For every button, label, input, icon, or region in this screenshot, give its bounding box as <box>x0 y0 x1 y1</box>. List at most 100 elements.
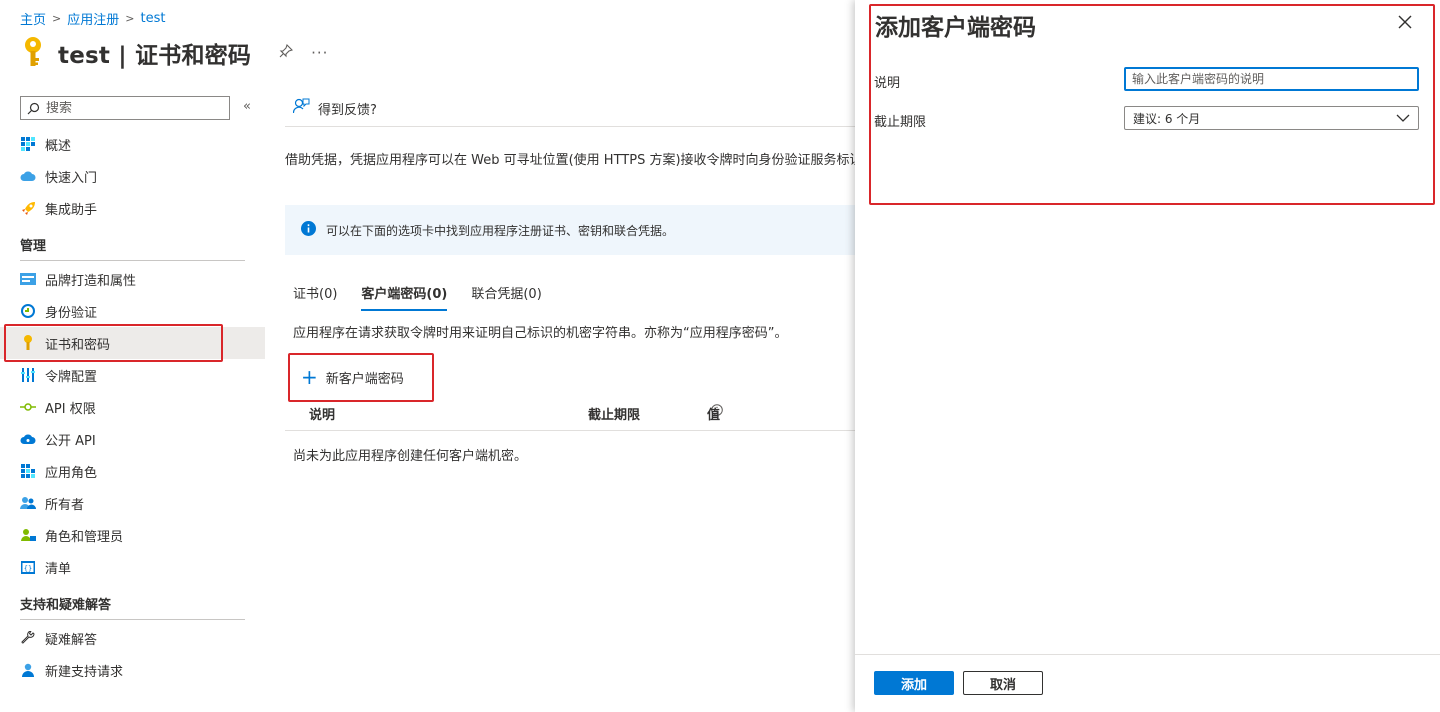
divider <box>20 619 245 620</box>
close-icon[interactable] <box>1395 12 1415 32</box>
sidebar-item-label: 所有者 <box>45 497 85 513</box>
svg-text:{}: {} <box>24 564 32 572</box>
sidebar-item-roles-admins[interactable]: 角色和管理员 <box>0 519 265 551</box>
chevron-right-icon: > <box>125 12 135 25</box>
new-client-secret-button[interactable]: + 新客户端密码 <box>301 367 404 387</box>
sidebar-item-app-roles[interactable]: 应用角色 <box>0 455 265 487</box>
rocket-icon <box>20 200 36 216</box>
info-text: 可以在下面的选项卡中找到应用程序注册证书、密钥和联合凭据。 <box>326 223 675 238</box>
divider <box>285 126 855 127</box>
sidebar-item-label: 集成助手 <box>45 202 98 218</box>
add-button[interactable]: 添加 <box>874 671 954 695</box>
info-banner: 可以在下面的选项卡中找到应用程序注册证书、密钥和联合凭据。 <box>285 205 855 255</box>
panel-title: 添加客户端密码 <box>875 15 1036 41</box>
pin-icon[interactable] <box>279 43 294 62</box>
sidebar-item-owners[interactable]: 所有者 <box>0 487 265 519</box>
add-client-secret-panel: 添加客户端密码 说明 截止期限 建议: 6 个月 添加 取消 <box>855 0 1440 712</box>
tab-federated-credentials[interactable]: 联合凭据(0) <box>471 283 541 311</box>
page-description: 借助凭据，凭据应用程序可以在 Web 可寻址位置(使用 HTTPS 方案)接收令… <box>285 153 855 168</box>
wrench-icon <box>20 630 36 646</box>
divider <box>855 654 1440 655</box>
grid-icon <box>20 136 36 152</box>
key-icon <box>25 37 41 66</box>
sidebar-item-label: 清单 <box>45 561 72 577</box>
nav-group-support: 支持和疑难解答 <box>20 597 112 613</box>
more-icon[interactable]: ··· <box>311 44 328 62</box>
sidebar-item-label: 快速入门 <box>45 170 98 186</box>
sidebar-item-label: 角色和管理员 <box>45 529 124 545</box>
sidebar-item-label: 疑难解答 <box>45 632 98 648</box>
sidebar-item-quickstart[interactable]: 快速入门 <box>0 160 265 192</box>
api-permission-icon <box>20 399 36 415</box>
cloud-icon <box>20 168 36 184</box>
sidebar-item-label: 证书和密码 <box>45 337 111 353</box>
sidebar-search[interactable] <box>20 96 230 120</box>
key-icon <box>20 335 36 351</box>
breadcrumb-home[interactable]: 主页 <box>20 9 46 28</box>
sidebar-item-label: 概述 <box>45 138 72 154</box>
sidebar-item-label: 身份验证 <box>45 305 98 321</box>
sidebar-item-label: 令牌配置 <box>45 369 98 385</box>
support-person-icon <box>20 662 36 678</box>
sidebar-item-branding[interactable]: 品牌打造和属性 <box>0 263 265 295</box>
column-value: 值 <box>707 404 723 423</box>
column-value-label: 值 <box>707 408 721 423</box>
tab-description: 应用程序在请求获取令牌时用来证明自己标识的机密字符串。亦称为“应用程序密码”。 <box>293 326 788 341</box>
column-expires: 截止期限 <box>588 408 641 423</box>
page-header: test | 证书和密码 ··· <box>20 36 328 70</box>
feedback-icon <box>292 98 310 118</box>
breadcrumb-app-registrations[interactable]: 应用注册 <box>67 9 119 28</box>
breadcrumb-current[interactable]: test <box>140 11 165 26</box>
search-icon <box>27 102 40 114</box>
info-icon <box>301 221 316 239</box>
sidebar-item-authentication[interactable]: 身份验证 <box>0 295 265 327</box>
sidebar-item-api-permissions[interactable]: API 权限 <box>0 391 265 423</box>
owners-icon <box>20 495 36 511</box>
chevron-right-icon: > <box>52 12 62 25</box>
cancel-button[interactable]: 取消 <box>963 671 1043 695</box>
search-input[interactable] <box>46 100 216 116</box>
expires-label: 截止期限 <box>874 115 927 130</box>
description-label: 说明 <box>874 76 901 91</box>
new-client-secret-label: 新客户端密码 <box>325 371 404 387</box>
column-description: 说明 <box>309 408 336 423</box>
expires-dropdown[interactable]: 建议: 6 个月 <box>1124 106 1419 130</box>
tab-certificates[interactable]: 证书(0) <box>293 283 337 311</box>
sidebar-item-new-support-request[interactable]: 新建支持请求 <box>0 654 265 686</box>
sidebar-item-overview[interactable]: 概述 <box>0 128 265 160</box>
nav-group-manage: 管理 <box>20 238 47 254</box>
app-roles-icon <box>20 463 36 479</box>
auth-icon <box>20 303 36 319</box>
feedback-button[interactable]: 得到反馈? <box>292 98 377 118</box>
sidebar-item-label: 品牌打造和属性 <box>45 273 137 289</box>
sidebar-item-certificates-secrets[interactable]: 证书和密码 <box>0 327 265 359</box>
plus-icon: + <box>301 365 318 389</box>
description-input[interactable] <box>1124 67 1419 91</box>
sidebar-item-label: API 权限 <box>45 401 96 417</box>
sidebar-item-manifest[interactable]: {} 清单 <box>0 551 265 583</box>
sidebar-item-integration-assistant[interactable]: 集成助手 <box>0 192 265 224</box>
sidebar-item-troubleshooting[interactable]: 疑难解答 <box>0 622 265 654</box>
tab-client-secrets[interactable]: 客户端密码(0) <box>361 283 448 311</box>
empty-table-message: 尚未为此应用程序创建任何客户端机密。 <box>293 449 528 464</box>
chevron-down-icon <box>1396 114 1410 122</box>
divider <box>285 430 855 431</box>
page-title: test | 证书和密码 <box>58 43 252 69</box>
token-icon <box>20 367 36 383</box>
branding-icon <box>20 271 36 287</box>
feedback-label: 得到反馈? <box>318 102 377 118</box>
sidebar-item-label: 应用角色 <box>45 465 98 481</box>
sidebar-nav: 概述 快速入门 集成助手 管理 品牌打造和属性 身份验证 证书和密码 令牌配置 … <box>0 128 265 686</box>
manifest-icon: {} <box>20 559 36 575</box>
sidebar-item-token-configuration[interactable]: 令牌配置 <box>0 359 265 391</box>
divider <box>20 260 245 261</box>
roles-admin-icon <box>20 527 36 543</box>
expires-selected-value: 建议: 6 个月 <box>1133 111 1201 126</box>
sidebar-item-label: 新建支持请求 <box>45 664 124 680</box>
sidebar-item-expose-api[interactable]: 公开 API <box>0 423 265 455</box>
cloud-api-icon <box>20 431 36 447</box>
collapse-sidebar-icon[interactable]: « <box>243 99 251 114</box>
sidebar-item-label: 公开 API <box>45 433 96 449</box>
tab-list: 证书(0) 客户端密码(0) 联合凭据(0) <box>293 283 542 311</box>
breadcrumb: 主页 > 应用注册 > test <box>20 9 165 28</box>
